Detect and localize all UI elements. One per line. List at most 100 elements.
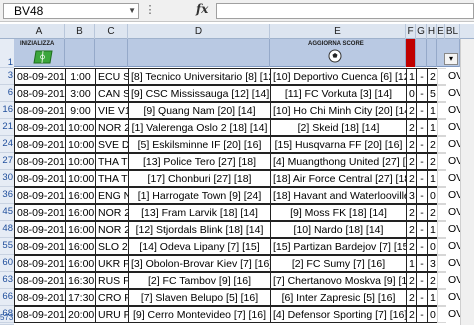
date-cell[interactable]: 08-09-2018 <box>14 187 66 204</box>
row-header[interactable]: 48 <box>0 221 14 238</box>
formula-input[interactable] <box>216 3 474 19</box>
away-team-cell[interactable]: [18] Air Force Central [27] [18] <box>270 170 407 187</box>
column-header-g[interactable]: G <box>416 24 427 39</box>
time-cell[interactable]: 16:00 <box>65 238 96 255</box>
row-header[interactable]: 36 <box>0 187 14 204</box>
home-team-cell[interactable]: [8] Tecnico Universitario [8] [12] <box>128 68 271 85</box>
time-cell[interactable]: 16:30 <box>65 272 96 289</box>
away-team-cell[interactable]: [2] FC Sumy [7] [16] <box>270 255 407 272</box>
row-header[interactable]: 21 <box>0 119 14 136</box>
league-cell[interactable]: ECU SA <box>95 68 129 85</box>
home-team-cell[interactable]: [7] Slaven Belupo [5] [16] <box>128 289 271 306</box>
home-team-cell[interactable]: [9] Cerro Montevideo [7] [16] <box>128 306 271 323</box>
soccer-ball-icon[interactable] <box>328 49 342 63</box>
name-box[interactable]: BV48 ▼ <box>3 3 139 19</box>
home-team-cell[interactable]: [13] Fram Larvik [18] [14] <box>128 204 271 221</box>
home-team-cell[interactable]: [1] Valerenga Oslo 2 [18] [14] <box>128 119 271 136</box>
time-cell[interactable]: 10:00 <box>65 136 96 153</box>
row-header[interactable]: 24 <box>0 136 14 153</box>
date-cell[interactable]: 08-09-2018 <box>14 119 66 136</box>
away-team-cell[interactable]: [7] Chertanovo Moskva [9] [16] <box>270 272 407 289</box>
row-header[interactable]: 6 <box>0 85 14 102</box>
function-icon[interactable]: fx <box>196 2 208 16</box>
date-cell[interactable]: 08-09-2018 <box>14 238 66 255</box>
date-cell[interactable]: 08-09-2018 <box>14 85 66 102</box>
home-team-cell[interactable]: [12] Stjordals Blink [18] [14] <box>128 221 271 238</box>
league-cell[interactable]: CAN SL <box>95 85 129 102</box>
row-header[interactable]: 573 <box>0 313 14 322</box>
date-cell[interactable]: 08-09-2018 <box>14 204 66 221</box>
league-cell[interactable]: THA TL <box>95 153 129 170</box>
league-cell[interactable]: VIE V1 <box>95 102 129 119</box>
league-cell[interactable]: RUS FN <box>95 272 129 289</box>
date-cell[interactable]: 08-09-2018 <box>14 272 66 289</box>
date-cell[interactable]: 08-09-2018 <box>14 153 66 170</box>
column-header-bl[interactable]: BL <box>445 24 460 39</box>
row-header[interactable]: 27 <box>0 153 14 170</box>
league-cell[interactable]: ENG NL <box>95 187 129 204</box>
home-team-cell[interactable]: [5] Eskilsminne IF [20] [16] <box>128 136 271 153</box>
home-team-cell[interactable]: [1] Harrogate Town [9] [24] <box>128 187 271 204</box>
league-cell[interactable]: SVE DI <box>95 136 129 153</box>
time-cell[interactable]: 3:00 <box>65 85 96 102</box>
time-cell[interactable]: 16:00 <box>65 255 96 272</box>
time-cell[interactable]: 17:30 <box>65 289 96 306</box>
date-cell[interactable]: 08-09-2018 <box>14 170 66 187</box>
home-team-cell[interactable]: [3] Obolon-Brovar Kiev [7] [16] <box>128 255 271 272</box>
date-cell[interactable]: 08-09-2018 <box>14 221 66 238</box>
home-team-cell[interactable]: [9] Quang Nam [20] [14] <box>128 102 271 119</box>
column-header-a[interactable]: A <box>14 24 65 39</box>
row-header[interactable]: 1 <box>0 39 14 68</box>
row-header[interactable]: 16 <box>0 102 14 119</box>
away-team-cell[interactable]: [10] Ho Chi Minh City [20] [14] <box>270 102 407 119</box>
pitch-icon[interactable] <box>33 50 53 64</box>
column-header-d[interactable]: D <box>128 24 270 39</box>
row-header[interactable]: 3 <box>0 68 14 85</box>
formula-bar-splitter-icon[interactable]: ⋮ <box>143 3 157 19</box>
league-cell[interactable]: CRO PI <box>95 289 129 306</box>
column-header-e2[interactable]: E <box>437 24 445 39</box>
away-team-cell[interactable]: [18] Havant and Waterlooville [9] [24] <box>270 187 407 204</box>
time-cell[interactable]: 20:00 <box>65 306 96 323</box>
row-header[interactable]: 55 <box>0 238 14 255</box>
date-cell[interactable]: 08-09-2018 <box>14 102 66 119</box>
away-team-cell[interactable]: [10] Deportivo Cuenca [6] [12] <box>270 68 407 85</box>
date-cell[interactable]: 08-09-2018 <box>14 68 66 85</box>
time-cell[interactable]: 9:00 <box>65 102 96 119</box>
row-header[interactable]: 60 <box>0 255 14 272</box>
league-cell[interactable]: SLO 2L <box>95 238 129 255</box>
initialize-cell[interactable]: INIZIALIZZA <box>14 39 65 67</box>
date-cell[interactable]: 08-09-2018 <box>14 136 66 153</box>
league-cell[interactable]: URU PD <box>95 306 129 323</box>
away-team-cell[interactable]: [11] FC Vorkuta [3] [14] <box>270 85 407 102</box>
time-cell[interactable]: 16:00 <box>65 187 96 204</box>
home-team-cell[interactable]: [2] FC Tambov [9] [16] <box>128 272 271 289</box>
league-cell[interactable]: NOR 2D <box>95 221 129 238</box>
away-team-cell[interactable]: [6] Inter Zapresic [5] [16] <box>270 289 407 306</box>
away-team-cell[interactable]: [15] Partizan Bardejov [7] [15] <box>270 238 407 255</box>
home-team-cell[interactable]: [14] Odeva Lipany [7] [15] <box>128 238 271 255</box>
away-team-cell[interactable]: [2] Skeid [18] [14] <box>270 119 407 136</box>
chevron-down-icon[interactable]: ▼ <box>128 4 136 18</box>
row-header[interactable]: 66 <box>0 289 14 306</box>
date-cell[interactable]: 08-09-2018 <box>14 255 66 272</box>
column-header-e[interactable]: E <box>270 24 406 39</box>
column-header-b[interactable]: B <box>65 24 95 39</box>
column-header-h[interactable]: H <box>427 24 437 39</box>
time-cell[interactable]: 1:00 <box>65 68 96 85</box>
league-cell[interactable]: THA TL <box>95 170 129 187</box>
home-team-cell[interactable]: [13] Police Tero [27] [18] <box>128 153 271 170</box>
update-score-cell[interactable]: AGGIORNA SCORE <box>270 39 406 67</box>
time-cell[interactable]: 16:00 <box>65 221 96 238</box>
away-team-cell[interactable]: [15] Husqvarna FF [20] [16] <box>270 136 407 153</box>
row-header[interactable]: 30 <box>0 170 14 187</box>
time-cell[interactable]: 10:00 <box>65 119 96 136</box>
row-header[interactable]: 63 <box>0 272 14 289</box>
away-team-cell[interactable]: [9] Moss FK [18] [14] <box>270 204 407 221</box>
away-team-cell[interactable]: [4] Muangthong United [27] [18] <box>270 153 407 170</box>
league-cell[interactable]: NOR 2D <box>95 119 129 136</box>
league-cell[interactable]: UKR FL <box>95 255 129 272</box>
time-cell[interactable]: 16:00 <box>65 204 96 221</box>
column-header-f[interactable]: F <box>406 24 416 39</box>
date-cell[interactable]: 08-09-2018 <box>14 289 66 306</box>
